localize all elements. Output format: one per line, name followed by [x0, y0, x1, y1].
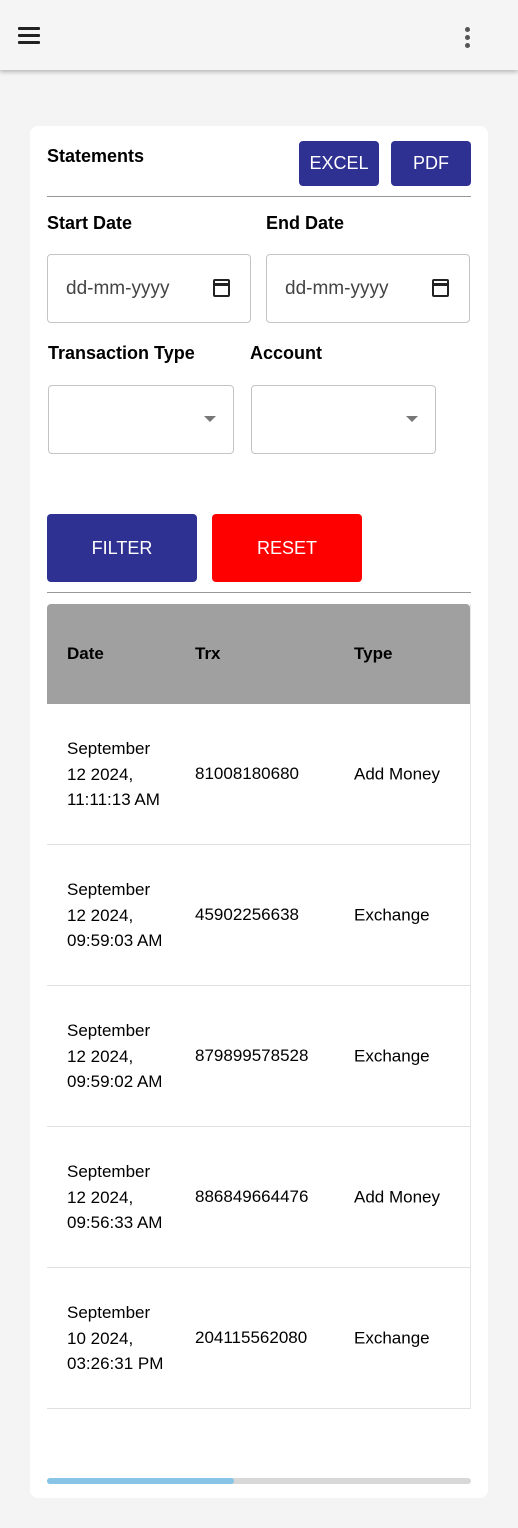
- calendar-icon[interactable]: [432, 279, 449, 297]
- column-header-trx[interactable]: Trx: [195, 644, 221, 664]
- more-vertical-icon[interactable]: [458, 24, 478, 52]
- cell-type: Exchange: [354, 1328, 430, 1348]
- chevron-down-icon: [204, 416, 216, 422]
- divider: [47, 592, 471, 593]
- cell-trx: 45902256638: [195, 905, 300, 924]
- cell-type: Add Money: [354, 1187, 440, 1207]
- cell-trx: 81008180680: [195, 764, 300, 783]
- cell-type: Exchange: [354, 1046, 430, 1066]
- end-date-input[interactable]: dd-mm-yyyy: [266, 254, 470, 323]
- horizontal-scrollbar[interactable]: [47, 1478, 471, 1484]
- export-excel-button[interactable]: EXCEL: [299, 141, 379, 186]
- reset-button[interactable]: RESET: [212, 514, 362, 582]
- calendar-icon[interactable]: [213, 279, 230, 297]
- cell-trx: 886849664476: [195, 1187, 309, 1206]
- account-select[interactable]: [251, 385, 436, 454]
- table-row[interactable]: September 12 2024, 09:56:33 AM 886849664…: [47, 1127, 470, 1268]
- table-row[interactable]: September 12 2024, 09:59:03 AM 459022566…: [47, 845, 470, 986]
- cell-trx: 204115562080: [195, 1328, 308, 1347]
- cell-date: September 12 2024, 09:56:33 AM: [67, 1161, 163, 1232]
- cell-date: September 10 2024, 03:26:31 PM: [67, 1302, 164, 1373]
- table-row[interactable]: September 12 2024, 11:11:13 AM 810081806…: [47, 704, 470, 845]
- account-label: Account: [250, 343, 322, 363]
- transaction-type-label: Transaction Type: [48, 343, 195, 363]
- end-date-label: End Date: [266, 213, 345, 233]
- page-title: Statements: [47, 146, 145, 166]
- cell-date: September 12 2024, 09:59:02 AM: [67, 1020, 163, 1091]
- end-date-placeholder: dd-mm-yyyy: [285, 277, 389, 299]
- divider: [47, 196, 471, 197]
- start-date-placeholder: dd-mm-yyyy: [66, 277, 170, 299]
- statements-card: Statements EXCEL PDF Start Date End Date…: [30, 126, 488, 1498]
- statements-table: Date Trx Type September 12 2024, 11:11:1…: [47, 604, 471, 1409]
- table-row[interactable]: September 12 2024, 09:59:02 AM 879899578…: [47, 986, 470, 1127]
- hamburger-menu-icon[interactable]: [16, 24, 44, 48]
- column-header-date[interactable]: Date: [67, 644, 104, 664]
- start-date-input[interactable]: dd-mm-yyyy: [47, 254, 251, 323]
- start-date-label: Start Date: [47, 213, 133, 233]
- filter-button[interactable]: FILTER: [47, 514, 197, 582]
- export-pdf-button[interactable]: PDF: [391, 141, 471, 186]
- app-bar: [0, 0, 518, 70]
- transaction-type-select[interactable]: [48, 385, 234, 454]
- table-header: Date Trx Type: [47, 604, 470, 704]
- table-row[interactable]: September 10 2024, 03:26:31 PM 204115562…: [47, 1268, 470, 1409]
- chevron-down-icon: [406, 416, 418, 422]
- cell-type: Exchange: [354, 905, 430, 925]
- cell-date: September 12 2024, 11:11:13 AM: [67, 738, 160, 809]
- cell-trx: 879899578528: [195, 1046, 309, 1065]
- cell-type: Add Money: [354, 764, 440, 784]
- scrollbar-thumb[interactable]: [47, 1478, 234, 1484]
- cell-date: September 12 2024, 09:59:03 AM: [67, 879, 163, 950]
- column-header-type[interactable]: Type: [354, 644, 392, 664]
